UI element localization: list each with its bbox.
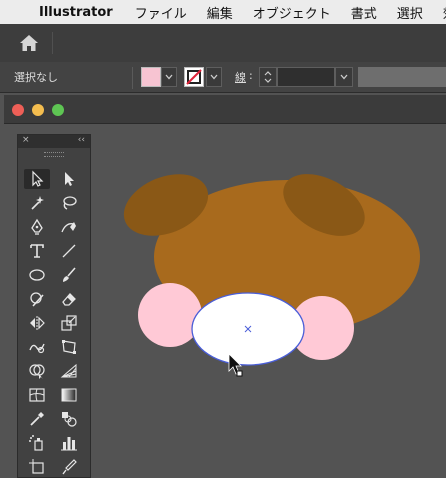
- menu-object[interactable]: オブジェクト: [253, 3, 331, 22]
- warp-tool[interactable]: [24, 337, 50, 357]
- warp-icon: [29, 343, 45, 354]
- stroke-color-swatch[interactable]: [184, 67, 204, 87]
- menu-select[interactable]: 選択: [397, 3, 423, 22]
- blend-icon: [62, 412, 77, 427]
- type-t-icon: [30, 244, 44, 258]
- fill-dropdown-button[interactable]: [161, 67, 177, 87]
- pen-icon: [31, 218, 43, 235]
- collapse-panel-button[interactable]: ‹‹: [78, 135, 85, 145]
- eraser-tool[interactable]: [56, 289, 82, 309]
- stroke-weight-input[interactable]: [277, 67, 335, 87]
- scale-icon: [61, 315, 77, 331]
- stroke-label-colon: :: [249, 69, 253, 82]
- paintbrush-icon: [63, 267, 76, 282]
- line-segment-icon: [62, 244, 76, 258]
- lasso-icon: [63, 196, 77, 210]
- curvature-tool[interactable]: [56, 217, 82, 237]
- gradient-tool[interactable]: [56, 385, 82, 405]
- stroke-weight-stepper[interactable]: [259, 67, 277, 87]
- magic-wand-tool[interactable]: [24, 193, 50, 213]
- artboard-icon: [29, 459, 44, 474]
- symbol-sprayer-icon: [29, 435, 43, 451]
- reflect-icon: [30, 316, 45, 330]
- free-transform-icon: [62, 340, 76, 354]
- slice-knife-icon: [62, 459, 77, 475]
- shaper-icon: [30, 292, 44, 307]
- selection-status: 選択なし: [14, 71, 58, 84]
- lasso-tool[interactable]: [56, 193, 82, 213]
- stroke-weight-label[interactable]: 線: [235, 69, 246, 85]
- control-bar-grip: [132, 67, 133, 89]
- paintbrush-tool[interactable]: [56, 265, 82, 285]
- free-transform-tool[interactable]: [56, 337, 82, 357]
- column-graph-tool[interactable]: [56, 433, 82, 453]
- symbol-sprayer-tool[interactable]: [24, 433, 50, 453]
- mesh-tool[interactable]: [24, 385, 50, 405]
- pen-tool[interactable]: [24, 217, 50, 237]
- menu-type[interactable]: 書式: [351, 3, 377, 22]
- menu-file[interactable]: ファイル: [135, 3, 187, 22]
- tools-panel-header: × ‹‹: [18, 135, 90, 148]
- variable-width-profile[interactable]: [358, 67, 446, 87]
- control-bar: 選択なし 線 :: [0, 62, 446, 93]
- mesh-icon: [29, 388, 45, 402]
- app-top-bar: [0, 24, 446, 63]
- menu-edit[interactable]: 編集: [207, 3, 233, 22]
- reflect-tool[interactable]: [24, 313, 50, 333]
- bear-left-cheek[interactable]: [138, 283, 202, 347]
- minimize-window-button[interactable]: [32, 104, 44, 116]
- toolbar-divider: [52, 32, 53, 54]
- stroke-dropdown-button[interactable]: [206, 67, 222, 87]
- eraser-icon: [62, 293, 76, 306]
- shape-builder-icon: [29, 364, 45, 379]
- fill-color-swatch[interactable]: [141, 67, 161, 87]
- blend-tool[interactable]: [56, 409, 82, 429]
- zoom-window-button[interactable]: [52, 104, 64, 116]
- chevron-down-icon: [165, 74, 173, 80]
- menu-bar: Illustrator ファイル 編集 オブジェクト 書式 選択 効: [0, 0, 446, 25]
- curvature-pen-icon: [61, 222, 76, 233]
- selection-arrow-icon: [32, 170, 44, 187]
- type-tool[interactable]: [24, 241, 50, 261]
- eyedropper-icon: [30, 412, 44, 426]
- tools-panel: × ‹‹: [17, 134, 91, 478]
- document-title-bar: [4, 95, 446, 124]
- ellipse-tool[interactable]: [24, 265, 50, 285]
- no-stroke-icon: [186, 69, 202, 85]
- stroke-weight-dropdown[interactable]: [335, 67, 353, 87]
- slice-tool[interactable]: [56, 457, 82, 477]
- eyedropper-tool[interactable]: [24, 409, 50, 429]
- bar-graph-icon: [61, 437, 77, 451]
- selection-tool[interactable]: [24, 169, 50, 189]
- perspective-grid-icon: [60, 363, 77, 378]
- app-menu-illustrator[interactable]: Illustrator: [39, 5, 113, 20]
- chevron-down-icon: [210, 74, 218, 80]
- close-window-button[interactable]: [12, 104, 24, 116]
- close-panel-button[interactable]: ×: [22, 135, 30, 145]
- up-down-arrows-icon: [264, 71, 272, 83]
- gradient-icon: [61, 388, 77, 402]
- home-icon[interactable]: [18, 33, 40, 53]
- shaper-tool[interactable]: [24, 289, 50, 309]
- panel-drag-handle[interactable]: [44, 152, 64, 157]
- perspective-grid-tool[interactable]: [56, 361, 82, 381]
- line-segment-tool[interactable]: [56, 241, 82, 261]
- chevron-down-icon: [340, 74, 348, 80]
- ellipse-icon: [29, 269, 45, 281]
- direct-selection-tool[interactable]: [56, 169, 82, 189]
- magic-wand-icon: [31, 196, 44, 210]
- direct-selection-arrow-icon: [65, 172, 74, 186]
- scale-tool[interactable]: [56, 313, 82, 333]
- shape-builder-tool[interactable]: [24, 361, 50, 381]
- artboard-tool[interactable]: [24, 457, 50, 477]
